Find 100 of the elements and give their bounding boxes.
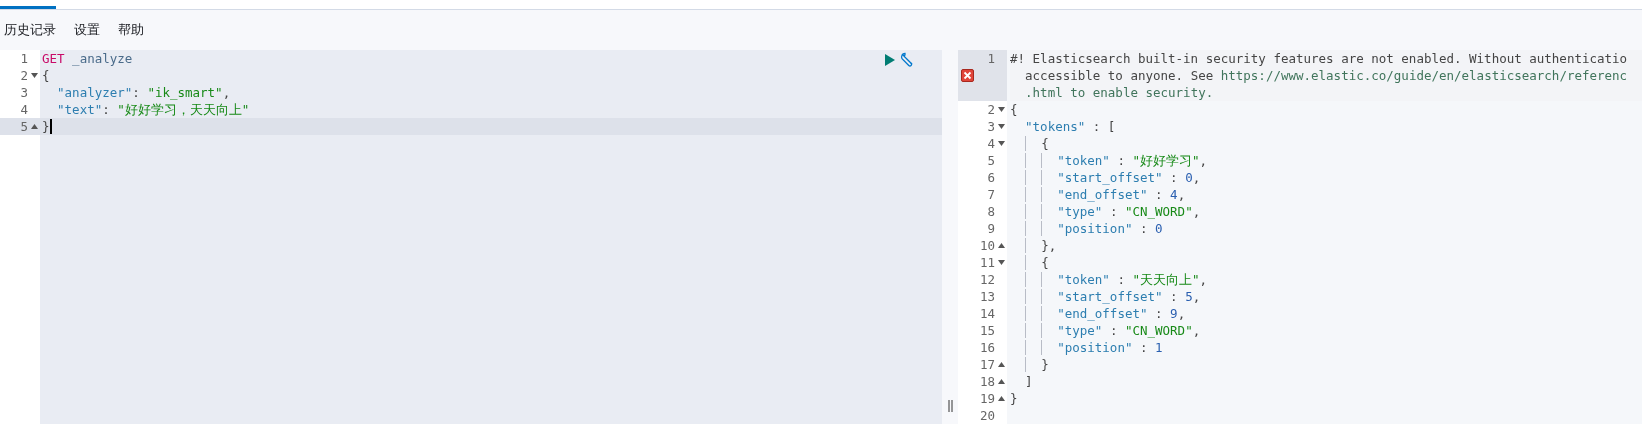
resize-handle-icon[interactable] bbox=[947, 400, 953, 412]
code-punctuation: , bbox=[1199, 271, 1208, 288]
text-cursor bbox=[49, 119, 52, 134]
code-punctuation: { bbox=[42, 67, 50, 84]
error-icon bbox=[961, 69, 974, 82]
code-punctuation: : bbox=[132, 84, 141, 101]
code-punctuation: } bbox=[42, 118, 50, 135]
line-number: 19 bbox=[979, 390, 995, 407]
code-punctuation: , bbox=[1177, 305, 1186, 322]
json-string: "天天向上" bbox=[1132, 271, 1200, 288]
json-key: "analyzer" bbox=[42, 84, 133, 101]
json-key: "text" bbox=[42, 101, 103, 118]
json-key: "position" bbox=[1010, 220, 1133, 237]
code-punctuation: ] bbox=[1024, 373, 1033, 390]
fold-caret-icon[interactable] bbox=[998, 124, 1005, 129]
json-string: "ik_smart" bbox=[147, 84, 223, 101]
code-punctuation: { bbox=[1010, 135, 1049, 152]
code-punctuation: , bbox=[1177, 186, 1186, 203]
code-punctuation: , bbox=[1199, 152, 1208, 169]
code-punctuation: : [ bbox=[1091, 118, 1116, 135]
line-number: 9 bbox=[987, 220, 995, 237]
code-punctuation: : bbox=[1139, 339, 1149, 356]
json-number: 9 bbox=[1170, 305, 1178, 322]
code-punctuation: : bbox=[1139, 220, 1149, 237]
json-number: 5 bbox=[1185, 288, 1193, 305]
json-number: 0 bbox=[1185, 169, 1193, 186]
json-key: "token" bbox=[1010, 271, 1110, 288]
json-key: "type" bbox=[1010, 203, 1103, 220]
code-punctuation: : bbox=[1108, 322, 1119, 339]
code-punctuation: : bbox=[1108, 203, 1119, 220]
code-punctuation: , bbox=[1192, 169, 1201, 186]
line-number: 2 bbox=[20, 67, 28, 84]
json-key: "position" bbox=[1010, 339, 1133, 356]
json-key: "end_offset" bbox=[1010, 186, 1148, 203]
line-number: 11 bbox=[979, 254, 995, 271]
json-key: "tokens" bbox=[1010, 118, 1086, 135]
warning-text: #! Elasticsearch built-in security features are not enabled. Without authenticatio bbox=[1010, 50, 1628, 67]
menu-item[interactable]: 设置 bbox=[72, 20, 102, 40]
code-punctuation: : bbox=[102, 101, 111, 118]
line-number: 1 bbox=[987, 50, 995, 67]
json-string: "CN_WORD" bbox=[1124, 203, 1193, 220]
json-key: "token" bbox=[1010, 152, 1110, 169]
line-number: 1 bbox=[20, 50, 28, 67]
warning-text: accessible to anyone. See bbox=[1024, 67, 1215, 84]
line-number: 16 bbox=[979, 339, 995, 356]
code-punctuation: : bbox=[1169, 288, 1179, 305]
json-string: "CN_WORD" bbox=[1124, 322, 1193, 339]
fold-caret-icon[interactable] bbox=[998, 362, 1005, 367]
code-punctuation: , bbox=[1192, 322, 1201, 339]
code-punctuation: } bbox=[1010, 356, 1049, 373]
line-number: 4 bbox=[20, 101, 28, 118]
http-method: GET bbox=[42, 50, 65, 67]
line-number: 8 bbox=[987, 203, 995, 220]
line-number: 15 bbox=[979, 322, 995, 339]
fold-caret-icon[interactable] bbox=[998, 243, 1005, 248]
fold-caret-icon[interactable] bbox=[31, 73, 38, 78]
fold-caret-icon[interactable] bbox=[998, 396, 1005, 401]
line-number: 2 bbox=[987, 101, 995, 118]
code-punctuation: , bbox=[1192, 203, 1201, 220]
line-number: 12 bbox=[979, 271, 995, 288]
code-punctuation: { bbox=[1010, 101, 1018, 118]
fold-caret-icon[interactable] bbox=[31, 124, 38, 129]
line-number: 18 bbox=[979, 373, 995, 390]
code-punctuation: { bbox=[1010, 254, 1049, 271]
fold-caret-icon[interactable] bbox=[998, 141, 1005, 146]
line-number: 3 bbox=[20, 84, 28, 101]
line-number: 4 bbox=[987, 135, 995, 152]
json-string: "好好学习，天天向上" bbox=[117, 101, 250, 118]
json-number: 4 bbox=[1170, 186, 1178, 203]
play-icon[interactable] bbox=[885, 54, 895, 66]
code-punctuation: : bbox=[1169, 169, 1179, 186]
json-key: "end_offset" bbox=[1010, 305, 1148, 322]
json-number: 0 bbox=[1155, 220, 1163, 237]
json-string: "好好学习" bbox=[1132, 152, 1200, 169]
code-punctuation: : bbox=[1154, 305, 1164, 322]
line-number: 5 bbox=[987, 152, 995, 169]
json-key: "type" bbox=[1010, 322, 1103, 339]
menu-item[interactable]: 帮助 bbox=[116, 20, 146, 40]
line-number: 13 bbox=[979, 288, 995, 305]
code-punctuation: : bbox=[1116, 271, 1126, 288]
fold-caret-icon[interactable] bbox=[998, 379, 1005, 384]
fold-caret-icon[interactable] bbox=[998, 107, 1005, 112]
fold-caret-icon[interactable] bbox=[998, 260, 1005, 265]
json-key: "start_offset" bbox=[1010, 288, 1163, 305]
menu-item[interactable]: 历史记录 bbox=[2, 20, 58, 40]
line-number: 17 bbox=[979, 356, 995, 373]
json-number: 1 bbox=[1155, 339, 1163, 356]
code-punctuation: } bbox=[1010, 390, 1018, 407]
code-punctuation: : bbox=[1116, 152, 1126, 169]
line-number: 6 bbox=[987, 169, 995, 186]
code-punctuation: , bbox=[1192, 288, 1201, 305]
code-punctuation: : bbox=[1154, 186, 1164, 203]
line-number: 5 bbox=[20, 118, 28, 135]
request-path: _analyze bbox=[71, 50, 133, 67]
code-punctuation: , bbox=[222, 84, 231, 101]
json-key: "start_offset" bbox=[1010, 169, 1163, 186]
line-number: 3 bbox=[987, 118, 995, 135]
line-number: 14 bbox=[979, 305, 995, 322]
line-number: 7 bbox=[987, 186, 995, 203]
line-number: 20 bbox=[979, 407, 995, 424]
